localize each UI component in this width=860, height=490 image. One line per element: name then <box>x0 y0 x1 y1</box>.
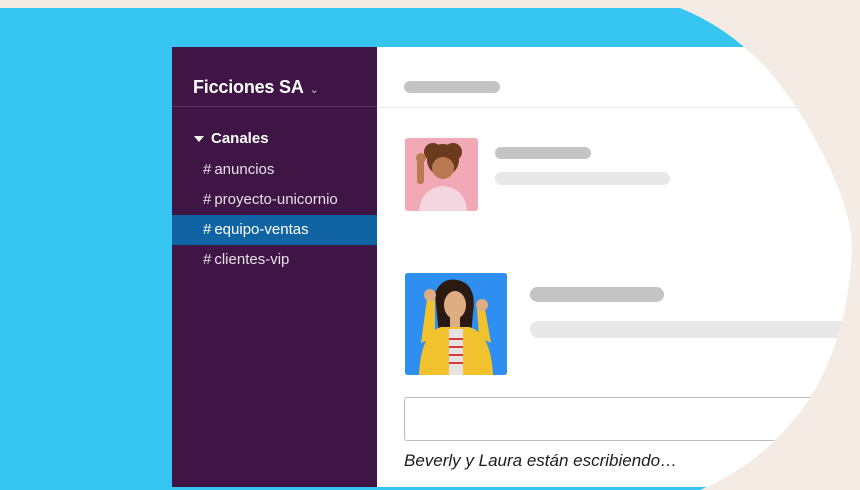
message-author-placeholder <box>530 287 664 302</box>
hash-icon: # <box>203 251 212 268</box>
message-text-placeholder <box>530 321 860 338</box>
channel-view: Beverly y Laura están escribiendo… <box>377 47 860 487</box>
channels-section-toggle[interactable]: Canales <box>172 130 377 147</box>
section-label: Canales <box>211 130 269 147</box>
workspace-switcher[interactable]: Ficciones SA ⌄ <box>172 47 377 107</box>
sidebar-item-equipo-ventas[interactable]: # equipo-ventas <box>172 215 377 245</box>
woman-waving-avatar <box>405 138 478 211</box>
message-input[interactable] <box>404 397 860 441</box>
sidebar: Ficciones SA ⌄ Canales # anuncios # proy… <box>172 47 377 487</box>
app-window: Ficciones SA ⌄ Canales # anuncios # proy… <box>172 47 860 487</box>
channel-label: anuncios <box>214 161 275 178</box>
hash-icon: # <box>203 191 212 208</box>
sidebar-item-proyecto-unicornio[interactable]: # proyecto-unicornio <box>172 185 377 215</box>
channel-list: # anuncios # proyecto-unicornio # equipo… <box>172 155 377 275</box>
hash-icon: # <box>203 161 212 178</box>
message-text-placeholder <box>495 172 670 185</box>
message-author-placeholder <box>495 147 591 159</box>
sidebar-item-clientes-vip[interactable]: # clientes-vip <box>172 245 377 275</box>
hash-icon: # <box>203 221 212 238</box>
sidebar-item-anuncios[interactable]: # anuncios <box>172 155 377 185</box>
channel-title-placeholder <box>404 81 500 93</box>
caret-down-icon <box>194 136 204 142</box>
channel-label: proyecto-unicornio <box>214 191 338 208</box>
channel-header <box>377 47 860 108</box>
workspace-name: Ficciones SA <box>193 77 304 97</box>
channel-label: clientes-vip <box>214 251 290 268</box>
channel-label: equipo-ventas <box>214 221 309 238</box>
typing-indicator: Beverly y Laura están escribiendo… <box>404 451 678 470</box>
woman-yellow-jacket-avatar <box>405 273 507 375</box>
chevron-down-icon: ⌄ <box>309 83 319 96</box>
